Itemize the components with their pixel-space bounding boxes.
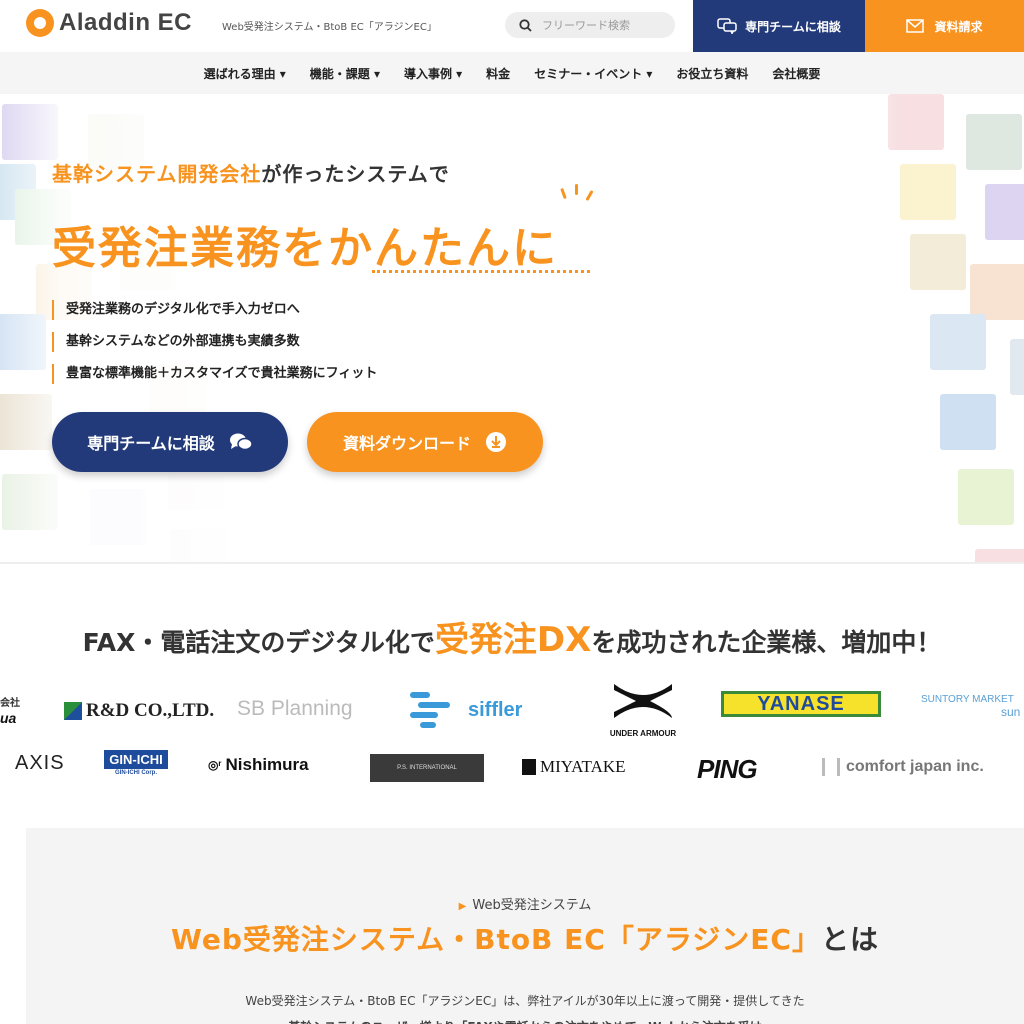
about-eyebrow: ▶ Web受発注システム xyxy=(26,894,1024,913)
clients-heading-post: を成功された企業様、増加中！ xyxy=(591,628,942,657)
hero-sub-rest: が作ったシステムで xyxy=(261,162,450,186)
hero-section: 基幹システム開発会社が作ったシステムで 受発注業務をかんたんに 受発注業務のデジ… xyxy=(0,94,1024,562)
hero-point: 受発注業務のデジタル化で手入力ゼロへ xyxy=(52,300,377,320)
request-docs-button[interactable]: 資料請求 xyxy=(865,0,1024,52)
header-tagline: Web受発注システム・BtoB EC「アラジンEC」 xyxy=(222,22,437,33)
client-logo-sb-planning: SB Planning xyxy=(237,697,353,720)
client-logo-ping: PING xyxy=(697,754,758,784)
hero-sub-highlight: 基幹システム開発会社 xyxy=(52,162,262,186)
rnd-mark-icon xyxy=(64,702,82,720)
mail-icon xyxy=(906,19,925,33)
under-armour-mark-icon xyxy=(614,684,672,718)
search-input[interactable] xyxy=(542,18,662,32)
about-eyebrow-label: Web受発注システム xyxy=(472,898,592,913)
about-section: ▶ Web受発注システム Web受発注システム・BtoB EC「アラジンEC」とは… xyxy=(26,828,1024,1024)
search-icon xyxy=(519,18,532,32)
nav-item-reasons[interactable]: 選ばれる理由 ▾ xyxy=(192,65,298,82)
miyatake-mark-icon xyxy=(522,759,536,775)
about-heading-orange: Web受発注システム・BtoB EC「アラジンEC」 xyxy=(171,923,821,956)
main-nav: 選ばれる理由 ▾ 機能・課題 ▾ 導入事例 ▾ 料金 セミナー・イベント ▾ お… xyxy=(0,52,1024,94)
client-logo-partial: ua xyxy=(0,710,17,726)
hero-point: 豊富な標準機能＋カスタマイズで貴社業務にフィット xyxy=(52,364,377,384)
client-logo-partial: 会社 xyxy=(0,698,20,709)
client-logo-gin-ichi: GIN-ICHI GIN-ICHI Corp. xyxy=(104,750,168,776)
client-logo-axis: AXIS xyxy=(15,752,65,774)
client-logo-siffler: siffler xyxy=(408,690,522,730)
nav-item-features[interactable]: 機能・課題 ▾ xyxy=(298,65,392,82)
about-heading: Web受発注システム・BtoB EC「アラジンEC」とは xyxy=(26,918,1024,958)
client-name: YANASE xyxy=(757,692,845,715)
comfort-mark-icon xyxy=(822,758,840,776)
client-logo-under-armour: UNDER ARMOUR xyxy=(603,680,683,738)
client-logo-rnd: R&D CO.,LTD. xyxy=(64,700,214,722)
clients-heading: FAX・電話注文のデジタル化で受発注DXを成功された企業様、増加中！ xyxy=(0,612,1024,661)
client-logo-comfort-japan: comfort japan inc. xyxy=(822,758,984,776)
hero-point: 基幹システムなどの外部連携も実績多数 xyxy=(52,332,377,352)
siffler-mark-icon xyxy=(410,692,450,728)
client-name: comfort japan inc. xyxy=(846,758,984,775)
client-logo-ps-international: P.S. INTERNATIONAL xyxy=(370,754,484,782)
client-logo-nishimura: ◎ʳ Nishimura xyxy=(208,755,309,775)
hero-download-button[interactable]: 資料ダウンロード xyxy=(307,412,543,472)
client-name: MIYATAKE xyxy=(540,757,626,776)
client-name: siffler xyxy=(468,698,523,721)
section-divider xyxy=(0,562,1024,564)
clients-heading-highlight: 受発注DX xyxy=(434,620,592,660)
hero-consult-button[interactable]: 専門チームに相談 xyxy=(52,412,288,472)
heading-underline-dots xyxy=(372,270,590,273)
client-logo-yanase: YANASE xyxy=(721,691,881,717)
client-name: SUNTORY MARKET xyxy=(921,694,1014,705)
hero-subheading: 基幹システム開発会社が作ったシステムで xyxy=(52,158,450,187)
hero-download-label: 資料ダウンロード xyxy=(342,434,471,453)
client-name-sub: sun xyxy=(1001,705,1021,719)
clients-heading-pre: FAX・電話注文のデジタル化で xyxy=(82,628,435,657)
nav-item-seminars[interactable]: セミナー・イベント ▾ xyxy=(522,65,664,82)
client-name: P.S. INTERNATIONAL xyxy=(397,765,457,771)
request-docs-label: 資料請求 xyxy=(934,19,983,34)
nav-item-company[interactable]: 会社概要 xyxy=(760,65,832,82)
hero-points: 受発注業務のデジタル化で手入力ゼロへ 基幹システムなどの外部連携も実績多数 豊富… xyxy=(52,300,377,396)
site-logo[interactable]: Aladdin EC xyxy=(26,9,192,37)
chat-bubbles-icon xyxy=(717,18,737,34)
client-name: UNDER ARMOUR xyxy=(609,729,677,738)
nav-item-cases[interactable]: 導入事例 ▾ xyxy=(392,65,474,82)
nav-item-resources[interactable]: お役立ち資料 xyxy=(664,65,760,82)
triangle-icon: ▶ xyxy=(458,901,467,912)
about-body-line: 基幹システムのユーザー様より「FAXや電話からの注文をやめて、Webから注文を受… xyxy=(26,1014,1024,1024)
nishimura-mark-icon: ◎ʳ xyxy=(208,758,222,772)
lamp-logo-icon xyxy=(26,9,54,37)
about-body: Web受発注システム・BtoB EC「アラジンEC」は、弊社アイルが30年以上に… xyxy=(26,988,1024,1024)
chat-bubbles-icon xyxy=(229,433,253,451)
logo-text: Aladdin EC xyxy=(59,9,193,36)
hero-consult-label: 専門チームに相談 xyxy=(87,434,215,453)
client-logo-miyatake: MIYATAKE xyxy=(522,757,626,777)
consult-team-button[interactable]: 専門チームに相談 xyxy=(693,0,865,52)
hero-heading: 受発注業務をかんたんに xyxy=(52,223,558,274)
site-header: Aladdin EC Web受発注システム・BtoB EC「アラジンEC」 専門… xyxy=(0,0,1024,52)
search-box[interactable] xyxy=(505,12,675,38)
nav-item-pricing[interactable]: 料金 xyxy=(474,65,522,82)
about-body-line: Web受発注システム・BtoB EC「アラジンEC」は、弊社アイルが30年以上に… xyxy=(245,994,805,1008)
client-name: R&D CO.,LTD. xyxy=(86,700,215,721)
consult-team-label: 専門チームに相談 xyxy=(745,19,841,34)
client-name-sub: GIN-ICHI Corp. xyxy=(115,770,157,776)
client-logo-suntory: SUNTORY MARKET sun xyxy=(921,694,1020,719)
client-name: Nishimura xyxy=(225,755,309,774)
about-heading-dark: とは xyxy=(820,923,879,956)
client-name: GIN-ICHI xyxy=(104,750,168,769)
sparkle-mark xyxy=(575,184,578,195)
download-icon xyxy=(486,432,506,452)
